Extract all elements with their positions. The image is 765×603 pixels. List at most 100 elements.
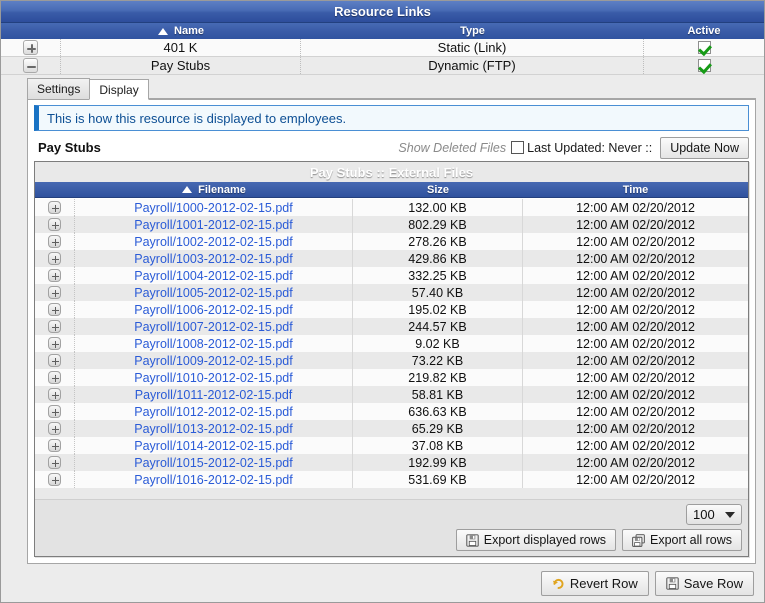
- resource-header-name[interactable]: Name: [61, 23, 301, 39]
- file-link[interactable]: Payroll/1008-2012-02-15.pdf: [134, 337, 292, 351]
- file-link[interactable]: Payroll/1001-2012-02-15.pdf: [134, 218, 292, 232]
- files-header-time-label: Time: [622, 183, 649, 196]
- resource-row-type-cell: Static (Link): [301, 39, 644, 56]
- collapse-row-icon[interactable]: [23, 58, 38, 73]
- expand-file-row-icon[interactable]: [48, 286, 61, 299]
- file-row-expander-cell: [35, 250, 75, 267]
- table-row[interactable]: Payroll/1016-2012-02-15.pdf 531.69 KB 12:0…: [35, 471, 748, 488]
- multiple-floppy-disks-icon: [632, 533, 645, 547]
- file-link[interactable]: Payroll/1003-2012-02-15.pdf: [134, 252, 292, 266]
- file-row-expander-cell: [35, 267, 75, 284]
- table-row[interactable]: Payroll/1013-2012-02-15.pdf 65.29 KB 12:00…: [35, 420, 748, 437]
- table-row[interactable]: Payroll/1014-2012-02-15.pdf 37.08 KB 12:00…: [35, 437, 748, 454]
- page-size-select[interactable]: 100: [686, 504, 742, 525]
- expand-file-row-icon[interactable]: [48, 405, 61, 418]
- file-link[interactable]: Payroll/1006-2012-02-15.pdf: [134, 303, 292, 317]
- tab-display[interactable]: Display: [89, 79, 149, 100]
- table-row[interactable]: Payroll/1004-2012-02-15.pdf 332.25 KB 12:0…: [35, 267, 748, 284]
- tab-settings[interactable]: Settings: [27, 78, 91, 99]
- table-row[interactable]: Payroll/1003-2012-02-15.pdf 429.86 KB 12:0…: [35, 250, 748, 267]
- file-row-size: 429.86 KB: [353, 250, 523, 267]
- files-header-size[interactable]: Size: [353, 184, 523, 196]
- expand-file-row-icon[interactable]: [48, 201, 61, 214]
- resource-row-active-cell: [644, 39, 764, 56]
- resource-row-name: 401 K: [163, 40, 198, 55]
- export-displayed-rows-button[interactable]: Export displayed rows: [455, 529, 617, 551]
- resource-header-active[interactable]: Active: [644, 23, 764, 39]
- expand-file-row-icon[interactable]: [48, 354, 61, 367]
- active-checkmark-icon[interactable]: [697, 59, 711, 72]
- expand-file-row-icon[interactable]: [48, 269, 61, 282]
- file-row-expander-cell: [35, 318, 75, 335]
- file-link[interactable]: Payroll/1015-2012-02-15.pdf: [134, 456, 292, 470]
- show-deleted-files-checkbox[interactable]: [511, 141, 525, 154]
- resource-header-active-label: Active: [687, 25, 721, 37]
- table-row[interactable]: Payroll/1005-2012-02-15.pdf 57.40 KB 12:00…: [35, 284, 748, 301]
- file-row-size: 278.26 KB: [353, 233, 523, 250]
- expand-file-row-icon[interactable]: [48, 371, 61, 384]
- file-row-time: 12:00 AM 02/20/2012: [576, 421, 695, 436]
- files-header-filename[interactable]: Filename: [75, 184, 353, 196]
- file-row-size: 65.29 KB: [353, 420, 523, 437]
- file-link[interactable]: Payroll/1000-2012-02-15.pdf: [134, 201, 292, 215]
- file-row-size: 195.02 KB: [353, 301, 523, 318]
- file-row-time: 12:00 AM 02/20/2012: [576, 217, 695, 232]
- expand-file-row-icon[interactable]: [48, 252, 61, 265]
- resource-name-heading: Pay Stubs: [38, 140, 101, 155]
- file-link[interactable]: Payroll/1007-2012-02-15.pdf: [134, 320, 292, 334]
- expand-file-row-icon[interactable]: [48, 422, 61, 435]
- resource-header-type[interactable]: Type: [301, 23, 644, 39]
- file-row-expander-cell: [35, 284, 75, 301]
- expand-file-row-icon[interactable]: [48, 235, 61, 248]
- expand-file-row-icon[interactable]: [48, 439, 61, 452]
- table-row[interactable]: Payroll/1001-2012-02-15.pdf 802.29 KB 12:0…: [35, 216, 748, 233]
- update-now-button[interactable]: Update Now: [660, 136, 749, 159]
- table-row[interactable]: 401 K Static (Link): [1, 39, 764, 57]
- file-link[interactable]: Payroll/1011-2012-02-15.pdf: [135, 388, 293, 402]
- table-row[interactable]: Payroll/1010-2012-02-15.pdf 219.82 KB 12:0…: [35, 369, 748, 386]
- table-row[interactable]: Payroll/1007-2012-02-15.pdf 244.57 KB 12:0…: [35, 318, 748, 335]
- table-row[interactable]: Payroll/1000-2012-02-15.pdf 132.00 KB 12:0…: [35, 199, 748, 216]
- expand-file-row-icon[interactable]: [48, 456, 61, 469]
- active-checkmark-icon[interactable]: [697, 41, 711, 54]
- file-link[interactable]: Payroll/1013-2012-02-15.pdf: [134, 422, 292, 436]
- panel-subheader: Pay Stubs Show Deleted Files Last Update…: [34, 131, 749, 161]
- page-title: Resource Links: [334, 4, 431, 19]
- export-all-rows-button[interactable]: Export all rows: [622, 529, 742, 551]
- table-row[interactable]: Payroll/1006-2012-02-15.pdf 195.02 KB 12:0…: [35, 301, 748, 318]
- table-row[interactable]: Payroll/1012-2012-02-15.pdf 636.63 KB 12:0…: [35, 403, 748, 420]
- file-link[interactable]: Payroll/1010-2012-02-15.pdf: [134, 371, 292, 385]
- table-row[interactable]: Payroll/1002-2012-02-15.pdf 278.26 KB 12:0…: [35, 233, 748, 250]
- save-row-button[interactable]: Save Row: [654, 570, 754, 596]
- file-row-expander-cell: [35, 369, 75, 386]
- file-row-filename-cell: Payroll/1011-2012-02-15.pdf: [75, 386, 353, 403]
- table-row[interactable]: Payroll/1015-2012-02-15.pdf 192.99 KB 12:0…: [35, 454, 748, 471]
- files-header-time[interactable]: Time: [523, 184, 748, 196]
- expand-file-row-icon[interactable]: [48, 303, 61, 316]
- table-row[interactable]: Payroll/1009-2012-02-15.pdf 73.22 KB 12:00…: [35, 352, 748, 369]
- expand-file-row-icon[interactable]: [48, 388, 61, 401]
- show-deleted-files-label: Show Deleted Files: [398, 140, 507, 155]
- table-row[interactable]: Pay Stubs Dynamic (FTP): [1, 57, 764, 75]
- expand-file-row-icon[interactable]: [48, 218, 61, 231]
- table-row[interactable]: Payroll/1008-2012-02-15.pdf 9.02 KB 12:00 …: [35, 335, 748, 352]
- info-banner: This is how this resource is displayed t…: [34, 105, 749, 131]
- file-link[interactable]: Payroll/1016-2012-02-15.pdf: [134, 473, 292, 487]
- file-link[interactable]: Payroll/1009-2012-02-15.pdf: [134, 354, 292, 368]
- file-link[interactable]: Payroll/1012-2012-02-15.pdf: [134, 405, 292, 419]
- file-link[interactable]: Payroll/1004-2012-02-15.pdf: [134, 269, 292, 283]
- revert-arrow-icon: [552, 578, 564, 589]
- file-row-filename-cell: Payroll/1013-2012-02-15.pdf: [75, 420, 353, 437]
- file-link[interactable]: Payroll/1002-2012-02-15.pdf: [134, 235, 292, 249]
- expand-file-row-icon[interactable]: [48, 320, 61, 333]
- expand-row-icon[interactable]: [23, 40, 38, 55]
- table-row[interactable]: Payroll/1011-2012-02-15.pdf 58.81 KB 12:00…: [35, 386, 748, 403]
- file-link[interactable]: Payroll/1005-2012-02-15.pdf: [134, 286, 292, 300]
- tab-strip: Settings Display: [27, 78, 756, 100]
- external-files-grid-body[interactable]: Payroll/1000-2012-02-15.pdf 132.00 KB 12:0…: [35, 198, 748, 499]
- expand-file-row-icon[interactable]: [48, 473, 61, 486]
- revert-row-button[interactable]: Revert Row: [540, 570, 649, 596]
- file-link[interactable]: Payroll/1014-2012-02-15.pdf: [134, 439, 292, 453]
- expand-file-row-icon[interactable]: [48, 337, 61, 350]
- resource-header-type-label: Type: [460, 25, 485, 37]
